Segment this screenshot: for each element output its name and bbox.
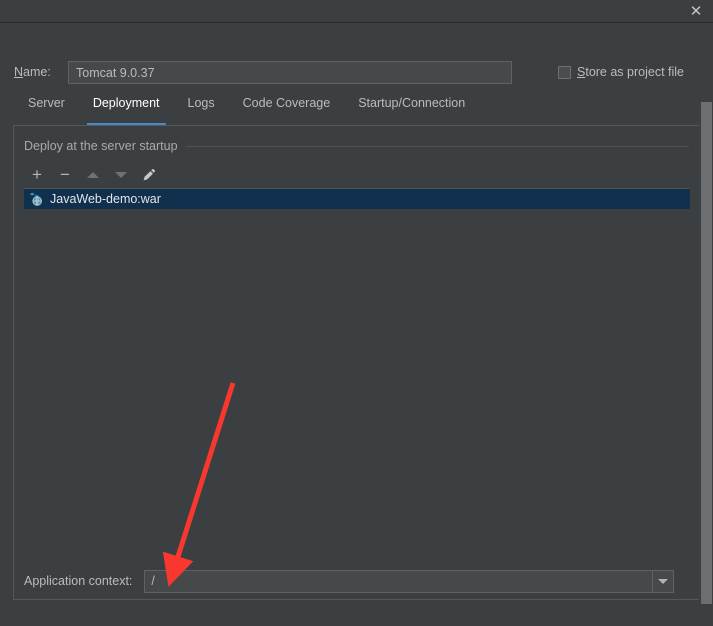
deployment-settings-dialog: ✕ Name: Store as project file Server Dep… — [0, 0, 713, 626]
edit-button[interactable] — [136, 163, 162, 187]
remove-button[interactable]: − — [52, 163, 78, 187]
tab-server[interactable]: Server — [14, 96, 79, 124]
minus-icon: − — [60, 165, 70, 184]
close-icon[interactable]: ✕ — [687, 2, 705, 20]
application-context-label: Application context: — [24, 574, 133, 588]
name-row: Name: Store as project file — [0, 23, 713, 84]
tab-startup-connection[interactable]: Startup/Connection — [344, 96, 479, 124]
name-input[interactable] — [68, 61, 512, 84]
chevron-down-glyph — [658, 578, 669, 584]
application-context-row: Application context: — [24, 569, 690, 593]
tab-logs[interactable]: Logs — [174, 96, 229, 124]
add-button[interactable]: + — [24, 163, 50, 187]
tab-code-coverage[interactable]: Code Coverage — [229, 96, 345, 124]
pencil-icon — [143, 168, 155, 180]
tab-bar: Server Deployment Logs Code Coverage Sta… — [14, 96, 479, 126]
application-context-combobox[interactable] — [144, 569, 675, 593]
move-down-button[interactable] — [108, 163, 134, 187]
title-bar: ✕ — [0, 0, 713, 23]
store-as-project-file-label: Store as project file — [577, 65, 684, 79]
artifact-war-icon — [28, 191, 44, 207]
name-label: Name: — [14, 65, 51, 79]
name-label-mnemonic: N — [14, 65, 24, 79]
vertical-scrollbar[interactable] — [699, 24, 713, 626]
group-title: Deploy at the server startup — [24, 139, 178, 153]
scrollbar-thumb[interactable] — [701, 102, 712, 604]
triangle-down-icon — [115, 171, 127, 178]
group-header: Deploy at the server startup — [24, 138, 689, 154]
application-context-input[interactable] — [145, 570, 653, 592]
name-label-rest: ame: — [23, 65, 51, 79]
list-item-label: JavaWeb-demo:war — [50, 192, 161, 206]
checkbox-box[interactable] — [558, 65, 571, 79]
group-separator — [185, 145, 689, 147]
move-up-button[interactable] — [80, 163, 106, 187]
store-label-rest: tore as project file — [585, 65, 685, 79]
deployment-toolbar: + − — [24, 161, 690, 189]
deployment-panel: Deploy at the server startup + − JavaWeb… — [13, 125, 700, 600]
tab-deployment[interactable]: Deployment — [79, 96, 174, 126]
triangle-up-icon — [87, 171, 99, 178]
plus-icon: + — [32, 165, 42, 184]
list-item[interactable]: JavaWeb-demo:war — [24, 189, 690, 209]
deployment-list[interactable]: JavaWeb-demo:war — [24, 189, 690, 558]
chevron-down-icon[interactable] — [652, 570, 673, 592]
store-as-project-file-checkbox[interactable]: Store as project file — [558, 65, 684, 79]
